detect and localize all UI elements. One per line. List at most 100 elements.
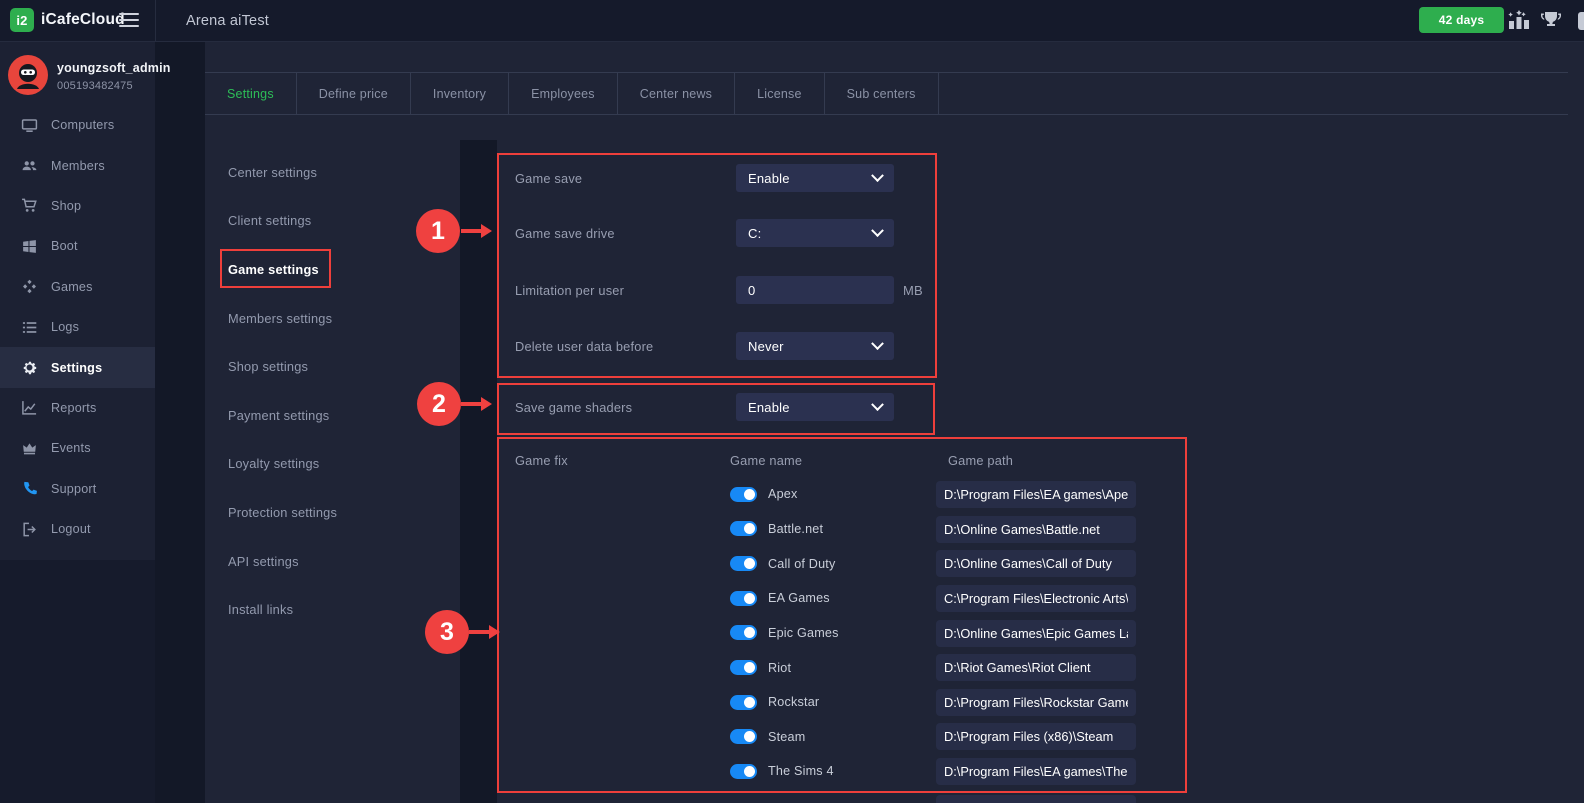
- game-enabled-toggle[interactable]: [730, 660, 757, 675]
- tab-license[interactable]: License: [735, 73, 825, 114]
- game-fix-rows: Apex Battle.net Call of Duty EA Games Ep…: [730, 477, 1185, 789]
- icafecloud-app: i2 iCafeCloud Arena aiTest 42 days: [0, 0, 1584, 803]
- game-path-input[interactable]: [936, 516, 1136, 543]
- sidebar-item-logout[interactable]: Logout: [0, 509, 155, 549]
- tab-define-price[interactable]: Define price: [297, 73, 411, 114]
- game-enabled-toggle[interactable]: [730, 695, 757, 710]
- game-path-input[interactable]: [936, 723, 1136, 750]
- game-enabled-toggle[interactable]: [730, 764, 757, 779]
- sidebar-item-computers[interactable]: Computers: [0, 105, 155, 145]
- subnav-item-members-settings[interactable]: Members settings: [228, 294, 438, 343]
- game-enabled-toggle[interactable]: [730, 625, 757, 640]
- brand-name: iCafeCloud: [41, 11, 125, 29]
- save-shaders-label: Save game shaders: [515, 400, 632, 415]
- game-path-input[interactable]: [936, 550, 1136, 577]
- sidebar-item-label: Events: [51, 441, 91, 455]
- subnav-item-label: Center settings: [228, 165, 317, 180]
- sidebar-item-label: Boot: [51, 239, 78, 253]
- game-enabled-toggle[interactable]: [730, 729, 757, 744]
- tab-employees[interactable]: Employees: [509, 73, 618, 114]
- subnav-item-loyalty-settings[interactable]: Loyalty settings: [228, 440, 438, 489]
- annotation-arrow-3: [469, 625, 500, 639]
- annotation-circle-2: 2: [417, 382, 461, 426]
- tab-sub-centers[interactable]: Sub centers: [825, 73, 939, 114]
- tab-bar: Settings Define price Inventory Employee…: [205, 72, 1568, 115]
- sidebar-item-label: Games: [51, 280, 93, 294]
- layout-divider-strip: [155, 41, 205, 803]
- game-name: Battle.net: [768, 522, 823, 536]
- game-fix-row-steam: Steam: [730, 719, 1185, 754]
- subnav-item-center-settings[interactable]: Center settings: [228, 148, 438, 197]
- game-enabled-toggle[interactable]: [730, 487, 757, 502]
- content-gutter: [460, 140, 497, 803]
- game-fix-row-battle-net: Battle.net: [730, 512, 1185, 547]
- game-path-input[interactable]: [936, 689, 1136, 716]
- sidebar-item-support[interactable]: Support: [0, 469, 155, 509]
- sidebar-item-boot[interactable]: Boot: [0, 226, 155, 266]
- game-save-select[interactable]: Enable: [736, 164, 894, 192]
- limitation-unit: MB: [903, 283, 923, 298]
- license-days-badge[interactable]: 42 days: [1419, 7, 1504, 33]
- game-name: Call of Duty: [768, 557, 836, 571]
- tab-label: Inventory: [433, 87, 486, 101]
- subnav-item-install-links[interactable]: Install links: [228, 585, 438, 634]
- subnav-item-client-settings[interactable]: Client settings: [228, 197, 438, 246]
- topbar: i2 iCafeCloud Arena aiTest 42 days: [0, 0, 1584, 42]
- game-path-input[interactable]: [936, 481, 1136, 508]
- game-path-input-partial[interactable]: [936, 795, 1136, 803]
- game-path-input[interactable]: [936, 758, 1136, 785]
- game-fix-label: Game fix: [515, 453, 568, 468]
- settings-icon: [21, 359, 38, 376]
- delete-before-select[interactable]: Never: [736, 332, 894, 360]
- save-shaders-select[interactable]: Enable: [736, 393, 894, 421]
- subnav-item-game-settings[interactable]: Game settings: [228, 245, 438, 294]
- sidebar-item-events[interactable]: Events: [0, 428, 155, 468]
- sidebar-item-games[interactable]: Games: [0, 267, 155, 307]
- sidebar-item-label: Logout: [51, 522, 91, 536]
- game-name: Steam: [768, 730, 805, 744]
- tab-label: Settings: [227, 87, 274, 101]
- sidebar-item-logs[interactable]: Logs: [0, 307, 155, 347]
- game-fix-row-the-sims-4: The Sims 4: [730, 754, 1185, 789]
- sidebar-item-label: Computers: [51, 118, 114, 132]
- sidebar-item-members[interactable]: Members: [0, 145, 155, 185]
- tab-settings[interactable]: Settings: [205, 73, 297, 114]
- partial-clipped-icon[interactable]: [1576, 9, 1584, 38]
- game-path-input[interactable]: [936, 654, 1136, 681]
- chevron-down-icon: [871, 398, 884, 411]
- subnav-item-label: API settings: [228, 554, 299, 569]
- game-save-drive-label: Game save drive: [515, 226, 615, 241]
- game-fix-row-ea-games: EA Games: [730, 581, 1185, 616]
- limitation-label: Limitation per user: [515, 283, 624, 298]
- sidebar-item-shop[interactable]: Shop: [0, 186, 155, 226]
- limitation-input[interactable]: [736, 276, 894, 304]
- subnav-item-shop-settings[interactable]: Shop settings: [228, 342, 438, 391]
- game-save-drive-select[interactable]: C:: [736, 219, 894, 247]
- delete-before-label: Delete user data before: [515, 339, 653, 354]
- chevron-down-icon: [871, 337, 884, 350]
- tab-center-news[interactable]: Center news: [618, 73, 735, 114]
- game-save-drive-value: C:: [748, 226, 761, 241]
- subnav-item-payment-settings[interactable]: Payment settings: [228, 391, 438, 440]
- game-path-input[interactable]: [936, 585, 1136, 612]
- hamburger-menu-icon[interactable]: [119, 13, 139, 31]
- center-name: Arena aiTest: [186, 13, 269, 29]
- game-enabled-toggle[interactable]: [730, 591, 757, 606]
- trophy-icon[interactable]: [1539, 9, 1563, 38]
- tab-inventory[interactable]: Inventory: [411, 73, 509, 114]
- avatar[interactable]: [8, 55, 48, 95]
- annotation-circle-3: 3: [425, 610, 469, 654]
- leaderboard-icon[interactable]: [1507, 9, 1531, 37]
- sidebar-item-settings[interactable]: Settings: [0, 347, 155, 387]
- subnav-item-protection-settings[interactable]: Protection settings: [228, 488, 438, 537]
- game-path-input[interactable]: [936, 620, 1136, 647]
- sidebar-item-label: Logs: [51, 320, 79, 334]
- subnav-item-api-settings[interactable]: API settings: [228, 537, 438, 586]
- subnav-item-label: Install links: [228, 602, 293, 617]
- game-name: Apex: [768, 487, 798, 501]
- game-enabled-toggle[interactable]: [730, 521, 757, 536]
- sidebar-item-reports[interactable]: Reports: [0, 388, 155, 428]
- computers-icon: [21, 117, 38, 134]
- reports-icon: [21, 399, 38, 416]
- game-enabled-toggle[interactable]: [730, 556, 757, 571]
